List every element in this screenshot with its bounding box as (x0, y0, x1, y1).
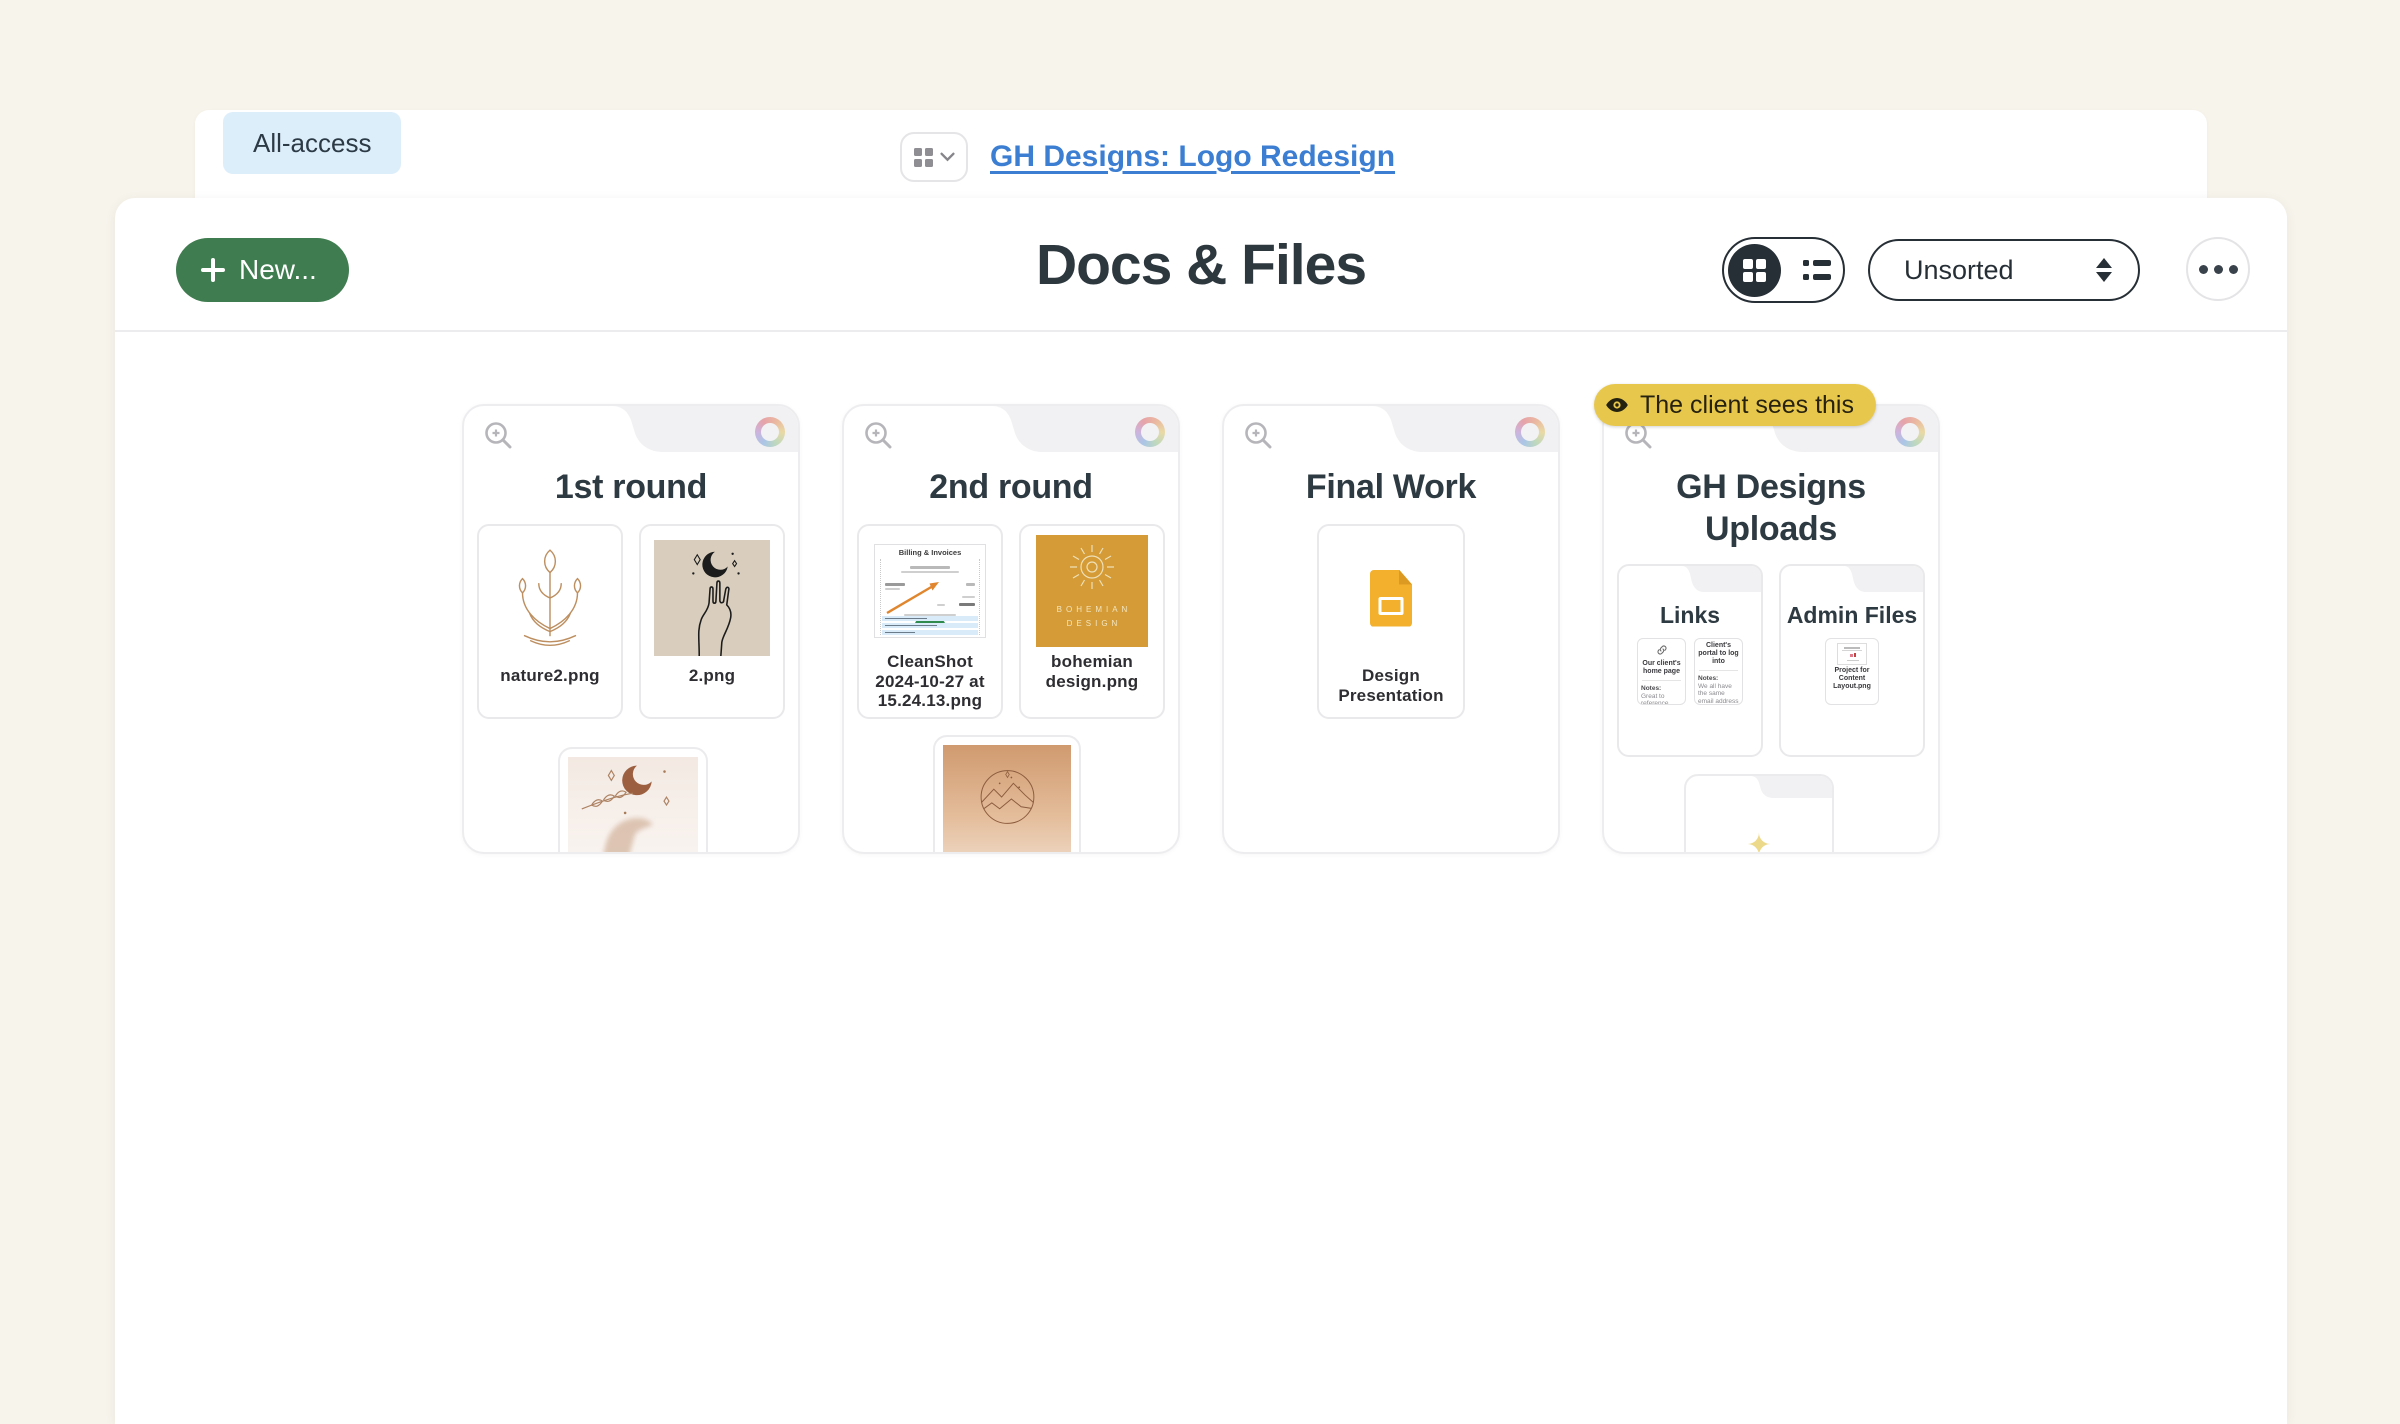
docs-and-files-panel: New... Docs & Files Unsorted (115, 198, 2287, 1424)
panel-header: New... Docs & Files Unsorted (115, 198, 2287, 332)
view-toggle[interactable] (1722, 237, 1845, 303)
folder-card-gh-designs-uploads[interactable]: GH Designs Uploads Links Our c (1602, 404, 1940, 854)
visibility-ring-icon (1135, 417, 1165, 447)
zoom-in-icon[interactable] (862, 419, 896, 453)
sort-select-value: Unsorted (1904, 255, 2014, 286)
apps-grid-dropdown-button[interactable] (900, 132, 968, 182)
visibility-ring-icon (1515, 417, 1545, 447)
mountain-circle-thumbnail (943, 745, 1071, 854)
moon-hand-gradient-thumbnail (568, 757, 698, 854)
grid-view-button[interactable] (1728, 244, 1781, 297)
folder-card-final-work[interactable]: Final Work Design Presentation (1222, 404, 1560, 854)
visibility-ring-icon (755, 417, 785, 447)
subfolder-links[interactable]: Links Our client's home page Notes:Great… (1617, 564, 1763, 757)
file-label: CleanShot 2024-10-27 at 15.24.13.png (867, 652, 993, 711)
file-label: Design Presentation (1327, 666, 1455, 705)
file-tile-2png[interactable]: 2.png (639, 524, 785, 719)
file-label: bohemian design.png (1029, 652, 1155, 691)
subfolder-title: Admin Files (1781, 602, 1923, 629)
slides-document-icon (1370, 570, 1412, 627)
file-tile-bohemian[interactable]: BOHEMIAN DESIGN bohemian design.png (1019, 524, 1165, 719)
folder-title: 2nd round (856, 466, 1166, 508)
page-background: All-access GH Designs: Logo Redesign New… (0, 0, 2400, 1424)
orange-arrow-annotation (883, 575, 949, 615)
file-tile-design-presentation[interactable]: Design Presentation (1317, 524, 1465, 719)
tab-all-access[interactable]: All-access (223, 112, 401, 174)
subfolder-title: Links (1619, 602, 1761, 629)
file-tile-partial[interactable] (558, 747, 708, 854)
folder-title: Final Work (1236, 466, 1546, 508)
breadcrumb: GH Designs: Logo Redesign (900, 132, 1395, 182)
sort-arrows-icon (2096, 258, 2112, 282)
flower-line-art-thumbnail (494, 542, 606, 654)
zoom-in-icon[interactable] (1242, 419, 1276, 453)
file-label: 2.png (689, 666, 735, 686)
bohemian-design-logo-thumbnail: BOHEMIAN DESIGN (1036, 535, 1148, 647)
link-icon (1657, 645, 1667, 655)
file-tile-partial[interactable]: ✦ (1684, 774, 1834, 854)
list-view-button[interactable] (1803, 260, 1831, 280)
client-visibility-badge-label: The client sees this (1640, 391, 1854, 420)
chevron-down-icon (940, 152, 955, 162)
zoom-in-icon[interactable] (482, 419, 516, 453)
folder-tab-shape (1619, 566, 1761, 592)
link-item-client-portal[interactable]: Client's portal to log into Notes:We all… (1694, 638, 1743, 705)
folder-cards-row: 1st round (115, 404, 2287, 854)
hand-moon-thumbnail (654, 540, 770, 656)
file-tile-cleanshot[interactable]: Billing & Invoices (857, 524, 1003, 719)
workspace-tab-bar: All-access GH Designs: Logo Redesign (195, 110, 2207, 206)
file-label: nature2.png (500, 666, 600, 686)
document-mini-thumbnail (1837, 643, 1867, 665)
sparkle-icon: ✦ (1746, 828, 1771, 854)
project-link[interactable]: GH Designs: Logo Redesign (990, 140, 1395, 174)
eye-icon (1604, 392, 1630, 418)
cleanshot-screenshot-thumbnail: Billing & Invoices (874, 544, 986, 638)
grid-view-icon (1743, 259, 1766, 282)
sort-select[interactable]: Unsorted (1868, 239, 2140, 301)
grid-icon (914, 148, 933, 167)
file-tile-nature2[interactable]: nature2.png (477, 524, 623, 719)
file-tile-partial[interactable] (933, 735, 1081, 854)
link-item-home-page[interactable]: Our client's home page Notes:Great to re… (1637, 638, 1686, 705)
file-item-project-layout[interactable]: Project for Content Layout.png (1825, 638, 1879, 705)
visibility-ring-icon (1895, 417, 1925, 447)
folder-card-1st-round[interactable]: 1st round (462, 404, 800, 854)
folder-card-2nd-round[interactable]: 2nd round Billing & Invoices (842, 404, 1180, 854)
folder-title: GH Designs Uploads (1616, 466, 1926, 550)
subfolder-admin-files[interactable]: Admin Files Project for Con (1779, 564, 1925, 757)
more-options-button[interactable] (2186, 237, 2250, 301)
folder-title: 1st round (476, 466, 786, 508)
ellipsis-icon (2199, 265, 2208, 274)
folder-tab-shape (1781, 566, 1923, 592)
folder-tab-shape (1686, 776, 1832, 798)
client-visibility-badge: The client sees this (1594, 384, 1876, 426)
